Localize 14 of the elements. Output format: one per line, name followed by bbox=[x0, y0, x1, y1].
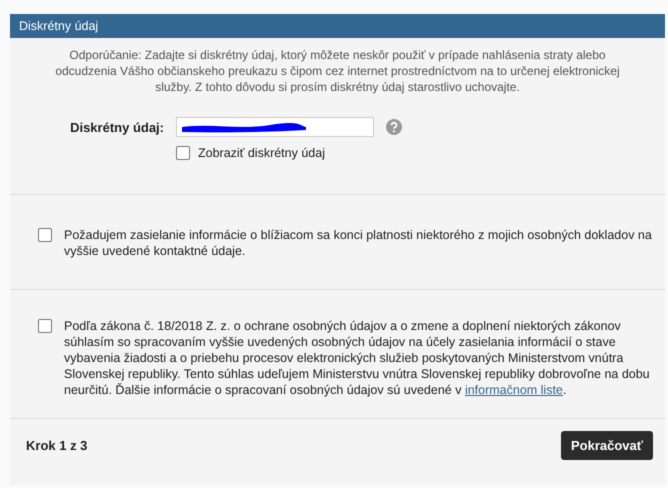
checkbox[interactable] bbox=[38, 228, 52, 242]
checkbox[interactable] bbox=[176, 146, 190, 160]
checkbox[interactable] bbox=[38, 319, 52, 333]
field-label: Diskrétny údaj: bbox=[69, 120, 165, 134]
help-icon[interactable] bbox=[386, 119, 402, 135]
continue-button[interactable]: Pokračovať bbox=[561, 431, 653, 460]
recommendation-text: Odporúčanie: Zadajte si diskrétny údaj, ktorý môžete neskôr použiť v prípade nahlásenia straty alebo odcudzenia Vášho občianskeho preukazu s čipom cez internet prostredníctvom na to určenej elektronickej služby. Z tohto dôvodu si prosím diskrétny údaj starostlivo uchovajte. bbox=[54, 47, 621, 95]
consent-text: Požadujem zasielanie informácie o blížiacom sa konci platnosti niektorého z mojich osobných dokladov na vyššie uvedené kontaktné údaje. bbox=[64, 227, 653, 259]
input-field[interactable] bbox=[176, 117, 374, 137]
consent-text: Podľa zákona č. 18/2018 Z. z. o ochrane osobných údajov a o zmene a doplnení niektorých zákonov súhlasím so spracovaním vyššie uvedených osobných údajov na účely zasielania informácií o stave vybavenia žiadosti a o priebehu procesov elektronických služieb poskytovaných Ministerstvom vnútra Slovenskej republiky. Tento súhlas udeľujem Ministerstvu vnútra Slovenskej republiky dobrovoľne na dobu neurčitú. Ďalšie informácie o spracovaní osobných údajov sú uvedené v informačnom liste. bbox=[64, 318, 651, 398]
step-indicator: Krok 1 z 3 bbox=[26, 438, 88, 453]
panel-title: Diskrétny údaj bbox=[10, 14, 665, 38]
info-link[interactable]: informačnom liste bbox=[464, 383, 563, 397]
checkbox-label: Zobraziť diskrétny údaj bbox=[198, 146, 325, 160]
